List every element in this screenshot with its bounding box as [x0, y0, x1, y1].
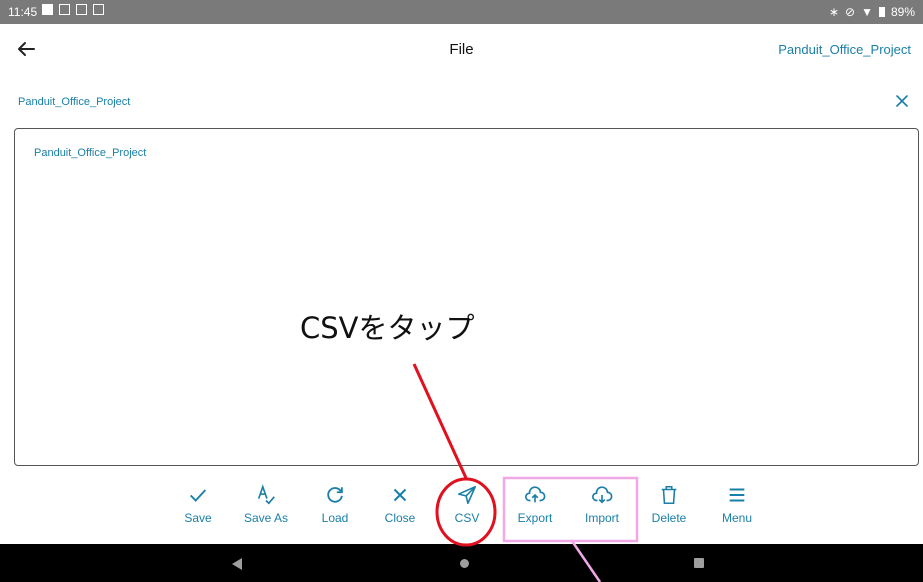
hamburger-menu-icon	[729, 488, 745, 502]
status-bar: 11:45 ∗ ⊘ ▼ 89%	[0, 0, 923, 24]
wifi-icon: ▼	[861, 5, 873, 19]
send-icon	[457, 485, 477, 505]
status-time: 11:45	[8, 5, 38, 19]
bluetooth-icon: ∗	[828, 5, 840, 19]
import-label: Import	[584, 511, 619, 525]
nav-back-icon[interactable]	[232, 558, 242, 570]
battery-icon	[878, 7, 885, 17]
battery-level: 89%	[890, 5, 915, 19]
close-button[interactable]: Close	[368, 484, 432, 532]
close-label: Close	[384, 511, 416, 525]
image-notification-icon	[42, 4, 53, 15]
save-label: Save	[184, 511, 212, 525]
app-bar: File Panduit_Office_Project	[0, 24, 923, 75]
file-list: Panduit_Office_Project	[14, 128, 919, 466]
clear-x-icon[interactable]	[895, 94, 909, 108]
load-button[interactable]: Load	[303, 484, 367, 532]
annotation-label: CSVをタップ	[300, 311, 475, 345]
nav-home-icon[interactable]	[460, 559, 469, 568]
app-notification-icon	[59, 4, 70, 15]
spellcheck-icon	[257, 484, 275, 505]
load-label: Load	[321, 511, 349, 525]
system-status: ∗ ⊘ ▼ 89%	[829, 5, 915, 19]
project-name-link[interactable]: Panduit_Office_Project	[778, 42, 911, 57]
delete-label: Delete	[651, 511, 687, 525]
list-item[interactable]: Panduit_Office_Project	[34, 147, 146, 159]
trash-icon	[661, 485, 677, 505]
cloud-download-icon	[592, 486, 613, 504]
menu-button[interactable]: Menu	[705, 484, 769, 532]
check-icon	[190, 489, 207, 502]
mute-icon: ⊘	[845, 5, 856, 19]
csv-label: CSV	[454, 511, 480, 525]
export-button[interactable]: Export	[503, 484, 567, 532]
close-icon	[393, 488, 407, 502]
window-notification-icon	[76, 4, 87, 15]
notification-icons	[42, 4, 104, 15]
import-button[interactable]: Import	[570, 484, 634, 532]
cloud-upload-icon	[525, 486, 546, 503]
bottom-toolbar: Save Save As Load Close CSV Export Impor…	[0, 476, 923, 544]
csv-button[interactable]: CSV	[435, 484, 499, 532]
refresh-icon	[327, 487, 343, 503]
window-notification-icon-2	[93, 4, 104, 15]
save-button[interactable]: Save	[166, 484, 230, 532]
menu-label: Menu	[721, 511, 753, 525]
export-label: Export	[517, 511, 553, 525]
file-name-field[interactable]: Panduit_Office_Project	[18, 96, 130, 108]
file-name-row: Panduit_Office_Project	[0, 74, 923, 124]
save-as-button[interactable]: Save As	[234, 484, 298, 532]
delete-button[interactable]: Delete	[637, 484, 701, 532]
system-nav-bar	[0, 544, 923, 582]
nav-recent-apps-icon[interactable]	[694, 558, 704, 568]
save-as-label: Save As	[243, 511, 289, 525]
